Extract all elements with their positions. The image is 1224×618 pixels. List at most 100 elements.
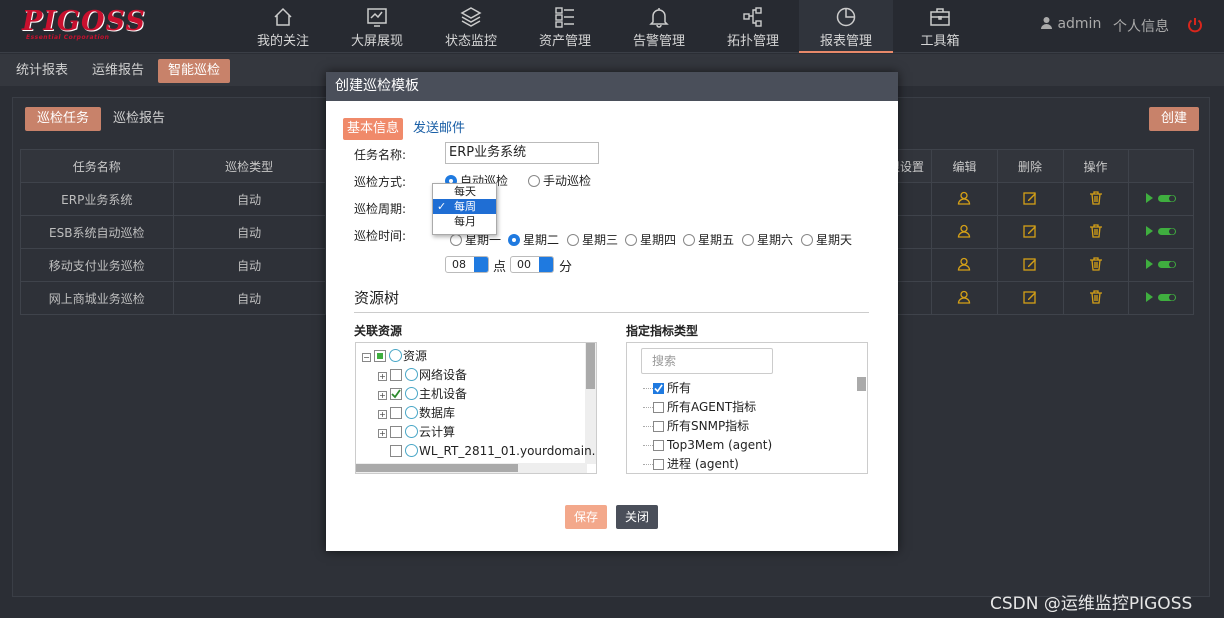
bell-icon [649, 8, 669, 28]
tree-line [643, 388, 653, 389]
tree-node[interactable]: + 云计算 [378, 423, 455, 442]
metric-checkbox[interactable] [653, 383, 664, 394]
play-toggle-icon[interactable] [1144, 192, 1178, 207]
weekday-radio-2[interactable]: 星期二 [508, 231, 559, 248]
dropdown-option[interactable]: 每天 [433, 184, 496, 199]
weekday-radio-5[interactable]: 星期五 [683, 231, 734, 248]
expand-icon[interactable]: + [378, 372, 387, 381]
scroll-thumb[interactable] [356, 464, 518, 472]
tree-hscroll[interactable] [356, 463, 587, 473]
hour-select[interactable]: 08 [445, 256, 489, 273]
nav-toolbox[interactable]: 工具箱 [893, 0, 987, 53]
user-permission-icon[interactable] [957, 290, 971, 307]
metric-item[interactable]: Top3Mem (agent) [643, 436, 772, 455]
expand-icon[interactable]: + [378, 410, 387, 419]
subnav-ops-report[interactable]: 运维报告 [82, 59, 154, 83]
weekday-radio-7[interactable]: 星期天 [801, 231, 852, 248]
resource-node-icon [405, 444, 418, 457]
edit-icon[interactable] [1023, 257, 1037, 274]
task-name-label: 任务名称: [354, 148, 407, 162]
tab-inspection-reports[interactable]: 巡检报告 [101, 107, 177, 131]
expand-icon[interactable]: − [362, 353, 371, 362]
tree-checkbox[interactable] [374, 350, 386, 362]
cycle-label: 巡检周期: [354, 202, 407, 216]
subnav-smart-inspection[interactable]: 智能巡检 [158, 59, 231, 83]
trash-icon[interactable] [1089, 256, 1103, 274]
create-button[interactable]: 创建 [1149, 107, 1199, 131]
tree-node[interactable]: + 数据库 [378, 404, 455, 423]
cycle-dropdown[interactable]: 每天 ✓ 每周 每月 [432, 183, 497, 235]
nav-big-screen[interactable]: 大屏展现 [330, 0, 424, 53]
dropdown-option[interactable]: 每月 [433, 214, 496, 229]
expand-icon[interactable]: + [378, 391, 387, 400]
metric-search-input[interactable]: 搜索 [641, 348, 773, 374]
dropdown-option[interactable]: ✓ 每周 [433, 199, 496, 214]
pigoss-logo[interactable]: PIGOSS Essential Corporation [22, 6, 145, 41]
weekday-radio-3[interactable]: 星期三 [567, 231, 618, 248]
tree-node[interactable]: − 资源 [362, 347, 427, 366]
edit-icon[interactable] [1023, 224, 1037, 241]
user-icon [1041, 17, 1052, 29]
tree-checkbox[interactable] [390, 426, 402, 438]
minute-select[interactable]: 00 [510, 256, 554, 273]
user-menu[interactable]: admin [1040, 16, 1101, 32]
tree-checkbox[interactable] [390, 388, 402, 400]
nav-alarm-management[interactable]: 告警管理 [612, 0, 706, 53]
scroll-thumb[interactable] [586, 343, 595, 389]
play-toggle-icon[interactable] [1144, 258, 1178, 273]
weekday-radio-6[interactable]: 星期六 [742, 231, 793, 248]
save-button[interactable]: 保存 [565, 505, 607, 529]
nav-my-focus[interactable]: 我的关注 [236, 0, 330, 53]
power-icon[interactable] [1186, 16, 1204, 37]
method-radio-manual[interactable]: 手动巡检 [528, 172, 591, 189]
user-permission-icon[interactable] [957, 257, 971, 274]
tree-checkbox[interactable] [390, 445, 402, 457]
metric-vscroll[interactable] [856, 375, 867, 473]
metric-checkbox[interactable] [653, 421, 664, 432]
scroll-thumb[interactable] [857, 377, 866, 391]
user-permission-icon[interactable] [957, 191, 971, 208]
tab-basic-info[interactable]: 基本信息 [343, 118, 404, 140]
delete-cell [1062, 215, 1129, 249]
task-name-input[interactable]: ERP业务系统 [445, 142, 599, 164]
pie-chart-icon [836, 7, 856, 27]
play-toggle-icon[interactable] [1144, 291, 1178, 306]
modal-title: 创建巡检模板 [326, 72, 898, 101]
metric-checkbox[interactable] [653, 402, 664, 413]
tree-checkbox[interactable] [390, 369, 402, 381]
trash-icon[interactable] [1089, 289, 1103, 307]
profile-link[interactable]: 个人信息 [1113, 16, 1169, 36]
nav-topology-management[interactable]: 拓扑管理 [706, 0, 800, 53]
tree-node[interactable]: + 网络设备 [378, 366, 467, 385]
tab-send-email[interactable]: 发送邮件 [413, 118, 465, 140]
tree-node[interactable]: + 主机设备 [378, 385, 467, 404]
resource-node-icon [405, 425, 418, 438]
user-permission-icon[interactable] [957, 224, 971, 241]
trash-icon[interactable] [1089, 223, 1103, 241]
tree-node[interactable]: WL_RT_2811_01.yourdomain.c [378, 442, 596, 461]
subnav-statistics-report[interactable]: 统计报表 [6, 59, 78, 83]
tab-inspection-tasks[interactable]: 巡检任务 [25, 107, 102, 131]
close-button[interactable]: 关闭 [616, 505, 658, 529]
metric-checkbox[interactable] [653, 440, 664, 451]
nav-asset-management[interactable]: 资产管理 [518, 0, 612, 53]
weekday-radio-4[interactable]: 星期四 [625, 231, 676, 248]
metric-item[interactable]: 进程 (agent) [643, 455, 739, 473]
nav-report-management[interactable]: 报表管理 [799, 0, 893, 53]
metric-item[interactable]: 所有 [643, 379, 691, 398]
metric-item[interactable]: 所有SNMP指标 [643, 417, 749, 436]
screen-icon [367, 8, 387, 27]
edit-icon[interactable] [1023, 290, 1037, 307]
metric-checkbox[interactable] [653, 459, 664, 470]
edit-icon[interactable] [1023, 191, 1037, 208]
col-header: 操作 [1062, 149, 1129, 183]
nav-status-monitor[interactable]: 状态监控 [424, 0, 518, 53]
metric-item[interactable]: 所有AGENT指标 [643, 398, 756, 417]
time-label: 巡检时间: [354, 229, 407, 243]
play-toggle-icon[interactable] [1144, 225, 1178, 240]
trash-icon[interactable] [1089, 190, 1103, 208]
expand-icon[interactable]: + [378, 429, 387, 438]
task-name-cell: ESB系统自动巡检 [20, 215, 174, 249]
checkmark-icon: ✓ [437, 200, 447, 213]
tree-checkbox[interactable] [390, 407, 402, 419]
